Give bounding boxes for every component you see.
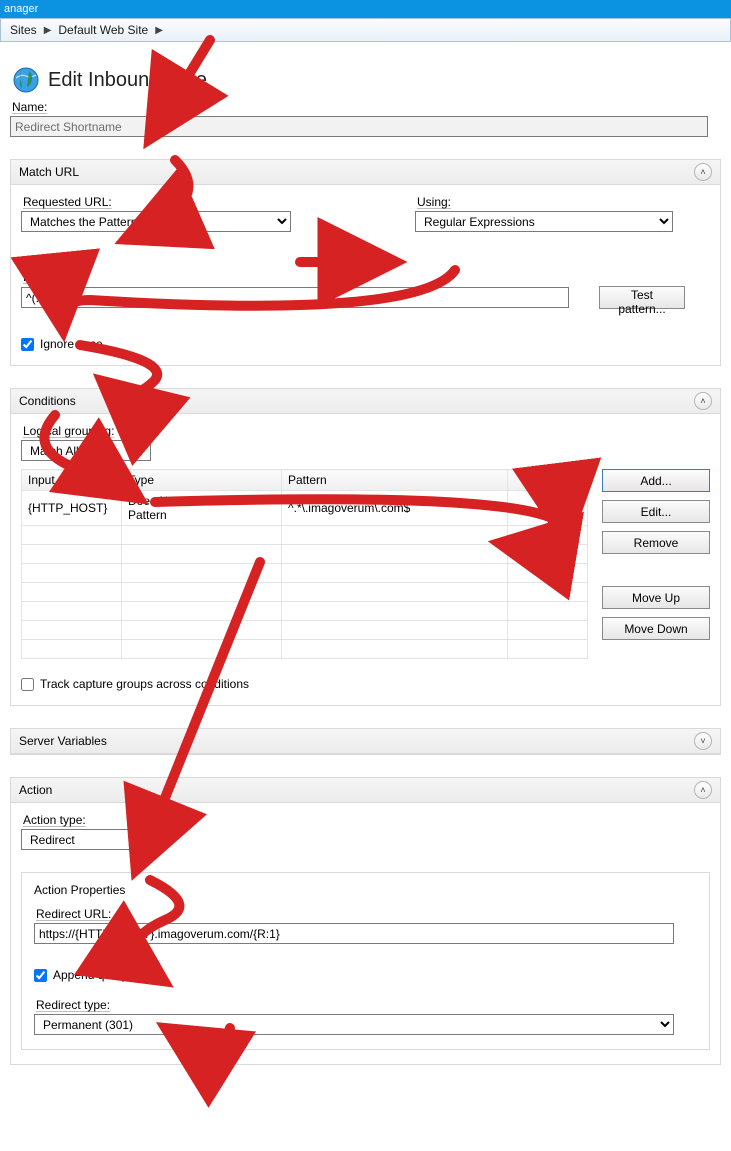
table-header-row: Input Type Pattern <box>22 470 588 491</box>
edit-condition-button[interactable]: Edit... <box>602 500 710 523</box>
action-properties-title: Action Properties <box>30 883 129 897</box>
action-type-label: Action type: <box>23 813 710 827</box>
breadcrumb[interactable]: Sites ▶ Default Web Site ▶ <box>0 18 731 42</box>
using-label: Using: <box>417 195 673 209</box>
pattern-input[interactable] <box>21 287 569 308</box>
table-row[interactable]: {HTTP_HOST} Does Not Match the Pattern ^… <box>22 491 588 526</box>
page-title-row: Edit Inbound Rule <box>12 66 721 94</box>
section-conditions: Conditions ˄ Logical grouping: Match All… <box>10 388 721 706</box>
section-title: Action <box>19 783 52 797</box>
table-row <box>22 545 588 564</box>
logical-grouping-label: Logical grouping: <box>23 424 710 438</box>
page-title: Edit Inbound Rule <box>48 69 207 92</box>
col-type: Type <box>122 470 282 491</box>
ignore-case-label: Ignore case <box>40 337 103 351</box>
col-pattern: Pattern <box>282 470 508 491</box>
chevron-right-icon: ▶ <box>155 25 163 36</box>
append-query-string-checkbox[interactable] <box>34 969 47 982</box>
section-header-match-url: Match URL ˄ <box>11 160 720 185</box>
move-down-button[interactable]: Move Down <box>602 617 710 640</box>
section-title: Server Variables <box>19 734 107 748</box>
collapse-icon[interactable]: ˄ <box>694 781 712 799</box>
table-row <box>22 602 588 621</box>
section-title: Match URL <box>19 165 79 179</box>
section-server-variables: Server Variables ˅ <box>10 728 721 755</box>
redirect-type-select[interactable]: Permanent (301) <box>34 1014 674 1035</box>
section-header-action: Action ˄ <box>11 778 720 803</box>
remove-condition-button[interactable]: Remove <box>602 531 710 554</box>
table-row <box>22 640 588 659</box>
table-row <box>22 526 588 545</box>
section-action: Action ˄ Action type: Redirect Action Pr… <box>10 777 721 1065</box>
add-condition-button[interactable]: Add... <box>602 469 710 492</box>
breadcrumb-item-default-web-site[interactable]: Default Web Site <box>55 23 151 37</box>
action-type-select[interactable]: Redirect <box>21 829 161 850</box>
section-title: Conditions <box>19 394 76 408</box>
section-match-url: Match URL ˄ Requested URL: Matches the P… <box>10 159 721 366</box>
test-pattern-button[interactable]: Test pattern... <box>599 286 685 309</box>
pattern-label: Pattern: <box>23 270 710 284</box>
col-blank <box>508 470 588 491</box>
move-up-button[interactable]: Move Up <box>602 586 710 609</box>
append-query-string-label: Append query string <box>53 968 160 982</box>
name-label: Name: <box>12 100 721 114</box>
table-row <box>22 621 588 640</box>
requested-url-select[interactable]: Matches the Pattern <box>21 211 291 232</box>
window-title-text: anager <box>4 3 38 15</box>
logical-grouping-select[interactable]: Match All <box>21 440 151 461</box>
table-row <box>22 564 588 583</box>
collapse-icon[interactable]: ˄ <box>694 163 712 181</box>
using-select[interactable]: Regular Expressions <box>415 211 673 232</box>
redirect-type-label: Redirect type: <box>36 998 697 1012</box>
redirect-url-input[interactable] <box>34 923 674 944</box>
ignore-case-checkbox[interactable] <box>21 338 34 351</box>
globe-icon <box>12 66 40 94</box>
track-capture-checkbox[interactable] <box>21 678 34 691</box>
redirect-url-label: Redirect URL: <box>36 907 697 921</box>
collapse-icon[interactable]: ˄ <box>694 392 712 410</box>
chevron-right-icon: ▶ <box>44 25 52 36</box>
col-input: Input <box>22 470 122 491</box>
requested-url-label: Requested URL: <box>23 195 291 209</box>
breadcrumb-item-sites[interactable]: Sites <box>7 23 40 37</box>
table-row <box>22 583 588 602</box>
track-capture-label: Track capture groups across conditions <box>40 677 249 691</box>
expand-icon[interactable]: ˅ <box>694 732 712 750</box>
conditions-table[interactable]: Input Type Pattern {HTTP_HOST} Does Not … <box>21 469 588 659</box>
section-header-server-variables: Server Variables ˅ <box>11 729 720 754</box>
name-input[interactable] <box>10 116 708 137</box>
window-title-bar: anager <box>0 0 731 18</box>
section-header-conditions: Conditions ˄ <box>11 389 720 414</box>
